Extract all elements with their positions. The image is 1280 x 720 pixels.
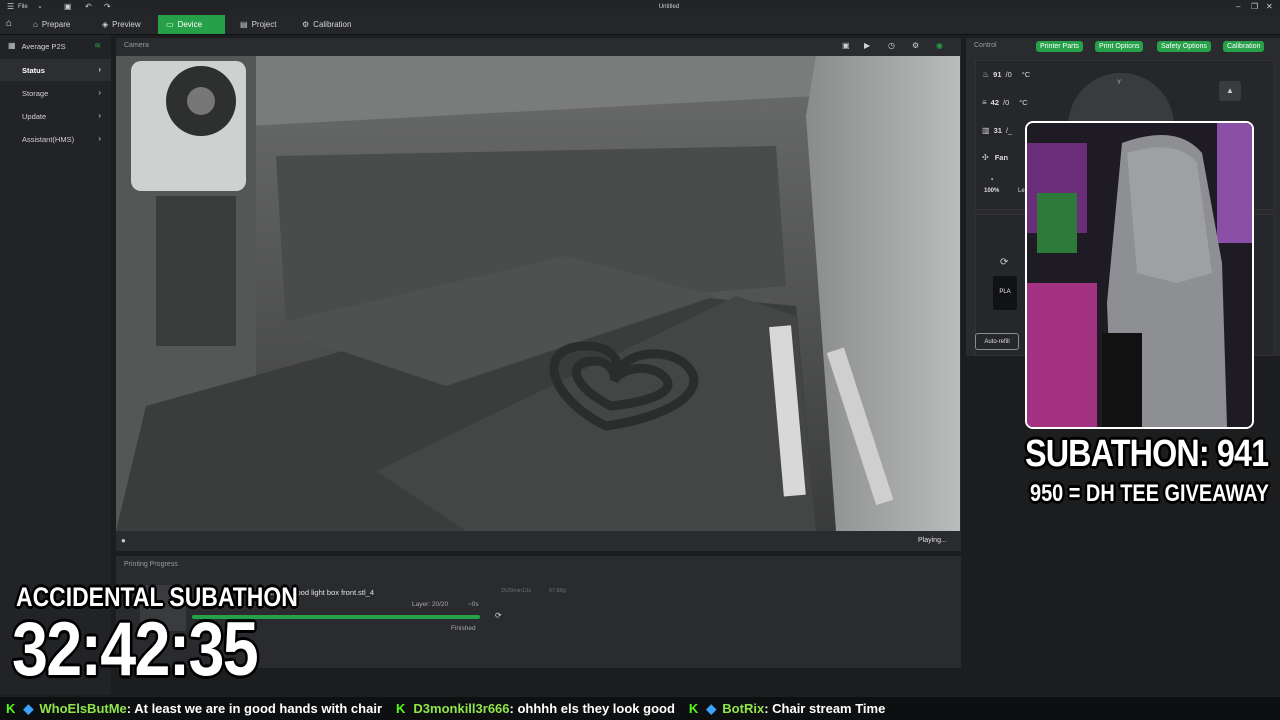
filament-load-icon[interactable]: ⟳ (1000, 258, 1008, 268)
print-options-button[interactable]: Print Options (1095, 41, 1144, 52)
file-menu[interactable]: File (18, 4, 28, 10)
auto-refill-button[interactable]: Auto-refill (975, 333, 1019, 350)
camera-title: Camera (124, 42, 149, 49)
fan-icon: ✣ (982, 152, 989, 162)
badge-icon: ◆ (23, 700, 34, 716)
z-up-button[interactable]: ▲ (1219, 81, 1241, 101)
sidebar-item-update[interactable]: Update › (0, 105, 111, 127)
video-icon[interactable]: ▶ (864, 42, 870, 50)
save-icon[interactable]: ▣ (64, 3, 72, 11)
camera-feed (116, 56, 960, 531)
time-remaining: ~0s (468, 601, 479, 608)
project-icon: ▤ (240, 19, 248, 29)
prepare-icon: ⌂ (33, 19, 38, 29)
safety-options-button[interactable]: Safety Options (1157, 41, 1211, 52)
tab-calibration[interactable]: ⚙ Calibration (294, 15, 364, 34)
giveaway-banner: 950 = DH TEE GIVEAWAY (1030, 480, 1269, 507)
kick-logo-icon: K (6, 701, 16, 716)
progress-title: Printing Progress (124, 561, 178, 568)
printer-selector[interactable]: ▦ Average P2S ≋ (0, 38, 111, 54)
filament-type: PLA (999, 289, 1011, 295)
settings-icon[interactable]: ⚙ (912, 42, 919, 50)
speed-level-label: Le (1018, 188, 1025, 194)
wifi-icon: ≋ (94, 41, 101, 50)
chat-username: WhoElsButMe (39, 701, 127, 716)
preview-icon: ◈ (102, 19, 109, 29)
chevron-right-icon: › (98, 88, 101, 97)
hamburger-menu-icon[interactable]: ☰ (7, 3, 14, 11)
printer-parts-button[interactable]: Printer Parts (1036, 41, 1083, 52)
sidebar-item-status[interactable]: Status › (0, 59, 111, 81)
tab-preview[interactable]: ◈ Preview (94, 15, 154, 34)
chat-message: : At least we are in good hands with cha… (126, 701, 383, 716)
sidebar-item-assistant[interactable]: Assistant(HMS) › (0, 128, 111, 150)
playback-status: Playing... (918, 537, 947, 544)
redo-icon[interactable]: ↷ (104, 3, 111, 11)
tab-project[interactable]: ▤ Project (232, 15, 292, 34)
calibration-icon: ⚙ (302, 19, 310, 29)
chat-username: D3monkill3r666 (413, 701, 510, 716)
chat-username: BotRix (722, 701, 765, 716)
nozzle-temp[interactable]: ♨ 91 /0 °C (982, 70, 1030, 79)
jog-y-label: Y (1117, 80, 1122, 86)
subathon-timer: 32:42:35 (12, 607, 259, 692)
bed-temp[interactable]: ≡ 42 /0 °C (982, 98, 1028, 107)
sidebar-item-storage[interactable]: Storage › (0, 82, 111, 104)
subathon-counter: SUBATHON: 941 (1025, 433, 1269, 475)
triangle-up-icon: ▲ (1226, 86, 1234, 95)
control-title: Control (974, 42, 997, 49)
chamber-temp[interactable]: ▥ 31 /_ (982, 126, 1012, 135)
bed-icon: ≡ (982, 97, 987, 107)
printer-icon: ▦ (8, 41, 16, 50)
layer-count: Layer: 20/20 (412, 601, 449, 608)
printer-chamber-image (116, 56, 960, 531)
filament-slot[interactable]: PLA (993, 276, 1017, 310)
streamer-webcam (1025, 121, 1254, 429)
nozzle-icon: ♨ (982, 69, 990, 79)
chevron-right-icon: › (98, 65, 101, 74)
timelapse-icon[interactable]: ◷ (888, 42, 895, 50)
live-indicator-icon[interactable]: ◉ (936, 42, 943, 50)
tab-prepare[interactable]: ⌂ Prepare (25, 15, 85, 34)
printer-name: Average P2S (21, 41, 66, 51)
minimize-icon[interactable]: – (1236, 3, 1240, 11)
filament-weight: 67.88g (549, 588, 566, 594)
title-bar: ☰ File ⌄ ▣ ↶ ↷ Untitled – ❐ ✕ (0, 0, 1280, 15)
chevron-right-icon: › (98, 111, 101, 120)
refresh-icon[interactable]: ⟳ (495, 612, 502, 620)
restore-icon[interactable]: ❐ (1251, 3, 1258, 11)
home-icon[interactable]: ⌂ (6, 19, 12, 29)
speed-gauge-icon: ◔ (989, 175, 994, 184)
device-icon: ▭ (166, 19, 174, 29)
chevron-down-icon[interactable]: ⌄ (37, 3, 43, 10)
window-title: Untitled (658, 4, 680, 10)
chamber-icon: ▥ (982, 125, 990, 135)
kick-logo-icon: K (396, 701, 406, 716)
print-state: Finished (451, 625, 476, 632)
gaming-chair-image (1027, 123, 1252, 427)
time-used: 2h29min13s (501, 588, 531, 594)
undo-icon[interactable]: ↶ (85, 3, 92, 11)
chat-message: : Chair stream Time (764, 701, 886, 716)
chat-ticker: K ◆ WhoElsButMe : At least we are in goo… (0, 697, 1280, 720)
close-icon[interactable]: ✕ (1266, 3, 1273, 11)
snapshot-icon[interactable]: ● (121, 537, 126, 545)
kick-logo-icon: K (688, 701, 699, 716)
badge-icon: ◆ (706, 700, 717, 716)
chat-message: : ohhhh els they look good (509, 701, 675, 716)
fan-control[interactable]: ✣ Fan (982, 153, 1008, 162)
calibration-button[interactable]: Calibration (1223, 41, 1265, 52)
tab-device[interactable]: ▭ Device (158, 15, 225, 34)
print-speed[interactable]: 100% (984, 188, 999, 194)
record-icon[interactable]: ▣ (842, 42, 850, 50)
chevron-right-icon: › (98, 134, 101, 143)
